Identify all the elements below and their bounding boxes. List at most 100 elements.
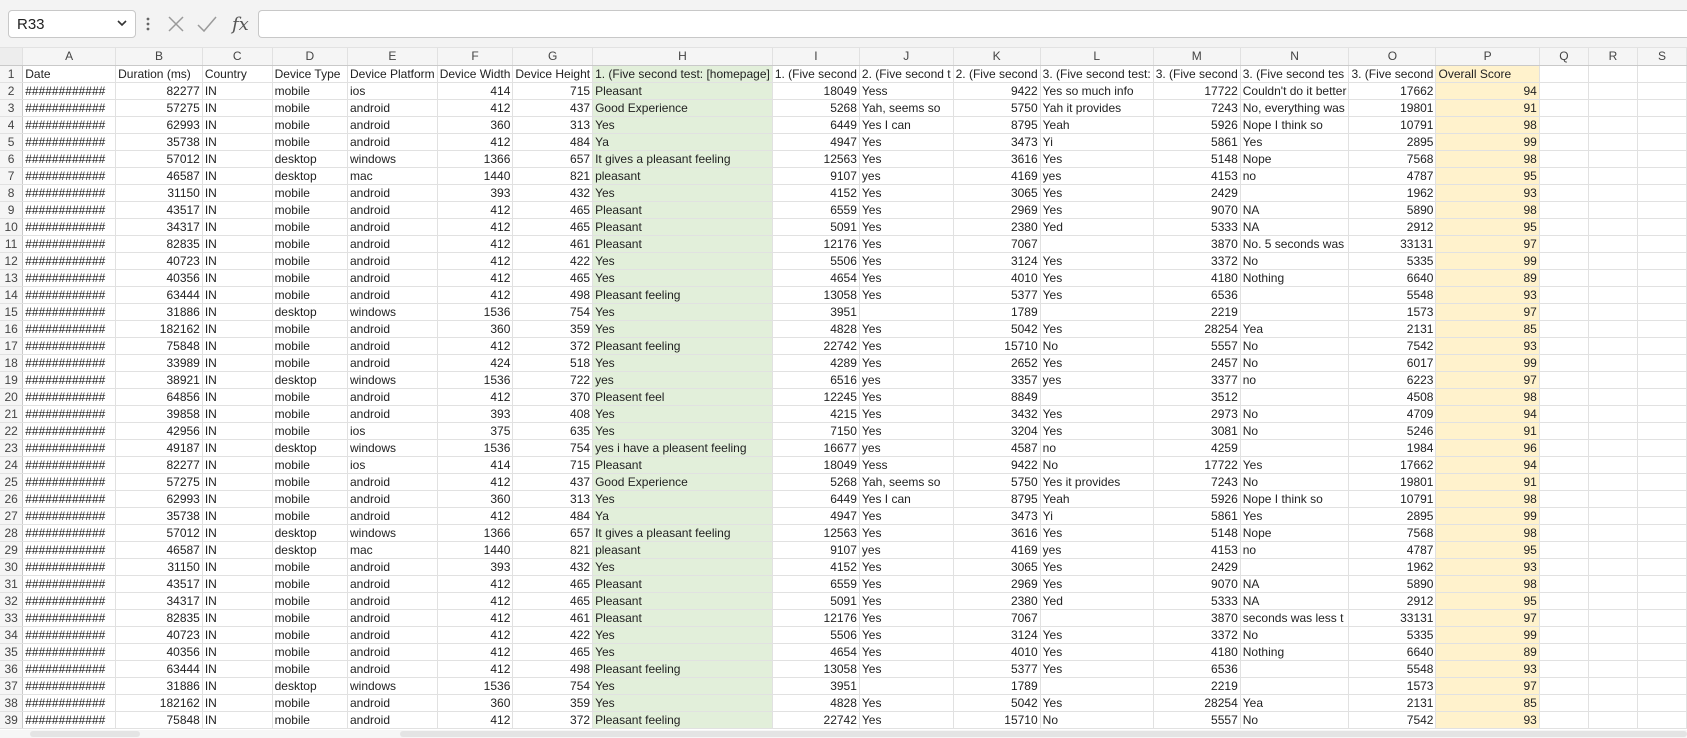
row-header[interactable]: 19: [0, 371, 24, 389]
cell[interactable]: windows: [347, 677, 438, 695]
cell[interactable]: yes: [859, 167, 954, 185]
column-header-h[interactable]: H: [592, 48, 773, 66]
cell[interactable]: 465: [512, 269, 594, 287]
cell[interactable]: 82277: [115, 82, 203, 100]
cell[interactable]: [1539, 405, 1589, 423]
cell[interactable]: No: [1240, 354, 1350, 372]
cell[interactable]: [1539, 201, 1589, 219]
cell[interactable]: 16677: [772, 439, 860, 457]
cell[interactable]: It gives a pleasant feeling: [592, 150, 773, 168]
column-header-e[interactable]: E: [347, 48, 438, 66]
cell[interactable]: 15710: [953, 711, 1041, 729]
cell[interactable]: 8849: [953, 388, 1041, 406]
cell[interactable]: [1240, 184, 1350, 202]
cell[interactable]: 33989: [115, 354, 203, 372]
cell[interactable]: 412: [437, 269, 514, 287]
cell[interactable]: [1637, 252, 1687, 270]
cell[interactable]: IN: [202, 711, 273, 729]
cell[interactable]: 40356: [115, 643, 203, 661]
cell[interactable]: Yes: [859, 626, 954, 644]
cell[interactable]: 15710: [953, 337, 1041, 355]
cell[interactable]: 9070: [1153, 575, 1241, 593]
cell[interactable]: [859, 677, 954, 695]
cell[interactable]: 4947: [772, 133, 860, 151]
row-header[interactable]: 39: [0, 711, 24, 729]
cell[interactable]: ############: [22, 150, 117, 168]
cell[interactable]: android: [347, 507, 438, 525]
cell[interactable]: [1539, 82, 1589, 100]
cell[interactable]: Yes I can: [859, 490, 954, 508]
header-cell[interactable]: 1. (Five second test: [homepage]: [592, 65, 773, 83]
cell[interactable]: [1539, 252, 1589, 270]
cell[interactable]: 12245: [772, 388, 860, 406]
cell[interactable]: [1040, 235, 1154, 253]
cell[interactable]: [1588, 609, 1638, 627]
cell[interactable]: 5926: [1153, 116, 1241, 134]
row-header[interactable]: 31: [0, 575, 24, 593]
cell[interactable]: 412: [437, 218, 514, 236]
cell[interactable]: 635: [512, 422, 594, 440]
cell[interactable]: [1240, 286, 1350, 304]
cell[interactable]: 5890: [1348, 201, 1437, 219]
cell[interactable]: Yes: [1040, 405, 1154, 423]
cell[interactable]: 7243: [1153, 473, 1241, 491]
cell[interactable]: IN: [202, 354, 273, 372]
row-header[interactable]: 16: [0, 320, 24, 338]
cell[interactable]: mobile: [272, 456, 348, 474]
cell[interactable]: Good Experience: [592, 99, 773, 117]
row-header[interactable]: 28: [0, 524, 24, 542]
cell[interactable]: 5557: [1153, 337, 1241, 355]
cell[interactable]: [1588, 82, 1638, 100]
cell[interactable]: IN: [202, 99, 273, 117]
cell[interactable]: Yes: [859, 507, 954, 525]
cell[interactable]: 93: [1435, 558, 1540, 576]
cell[interactable]: mobile: [272, 473, 348, 491]
cell[interactable]: 5750: [953, 473, 1041, 491]
cell[interactable]: 98: [1435, 575, 1540, 593]
cell[interactable]: [1588, 405, 1638, 423]
cell[interactable]: IN: [202, 592, 273, 610]
sheet-tabs-scroll[interactable]: [30, 731, 140, 737]
cell[interactable]: yes: [859, 541, 954, 559]
cell[interactable]: 4828: [772, 320, 860, 338]
cell[interactable]: [1588, 524, 1638, 542]
header-cell[interactable]: 1. (Five second: [772, 65, 860, 83]
cell[interactable]: 3616: [953, 150, 1041, 168]
cell[interactable]: 412: [437, 252, 514, 270]
cell[interactable]: 5557: [1153, 711, 1241, 729]
cell[interactable]: 4289: [772, 354, 860, 372]
cell[interactable]: Yes: [859, 558, 954, 576]
cell[interactable]: yes: [1040, 371, 1154, 389]
cell[interactable]: android: [347, 711, 438, 729]
cell[interactable]: seconds was less t: [1240, 609, 1350, 627]
cell[interactable]: 4787: [1348, 167, 1437, 185]
cell[interactable]: android: [347, 337, 438, 355]
cell[interactable]: Yes: [859, 405, 954, 423]
cell[interactable]: 93: [1435, 711, 1540, 729]
cell[interactable]: [1588, 371, 1638, 389]
cell[interactable]: Yes: [592, 116, 773, 134]
cell[interactable]: [1637, 507, 1687, 525]
cell[interactable]: IN: [202, 337, 273, 355]
cell[interactable]: Nothing: [1240, 643, 1350, 661]
cell[interactable]: 91: [1435, 473, 1540, 491]
row-header[interactable]: 1: [0, 65, 24, 83]
cell[interactable]: [1539, 439, 1589, 457]
cell[interactable]: 412: [437, 507, 514, 525]
cell[interactable]: ############: [22, 422, 117, 440]
cell[interactable]: android: [347, 269, 438, 287]
cell[interactable]: IN: [202, 252, 273, 270]
cell[interactable]: 5861: [1153, 507, 1241, 525]
cell[interactable]: Yes: [592, 405, 773, 423]
cell[interactable]: android: [347, 643, 438, 661]
row-header[interactable]: 37: [0, 677, 24, 695]
cell[interactable]: 7150: [772, 422, 860, 440]
cell[interactable]: ############: [22, 116, 117, 134]
cell[interactable]: [1539, 507, 1589, 525]
cell[interactable]: mac: [347, 167, 438, 185]
cell[interactable]: IN: [202, 286, 273, 304]
cell[interactable]: Yes: [592, 558, 773, 576]
cell[interactable]: 3124: [953, 252, 1041, 270]
cell[interactable]: Yes: [592, 354, 773, 372]
cell[interactable]: windows: [347, 371, 438, 389]
